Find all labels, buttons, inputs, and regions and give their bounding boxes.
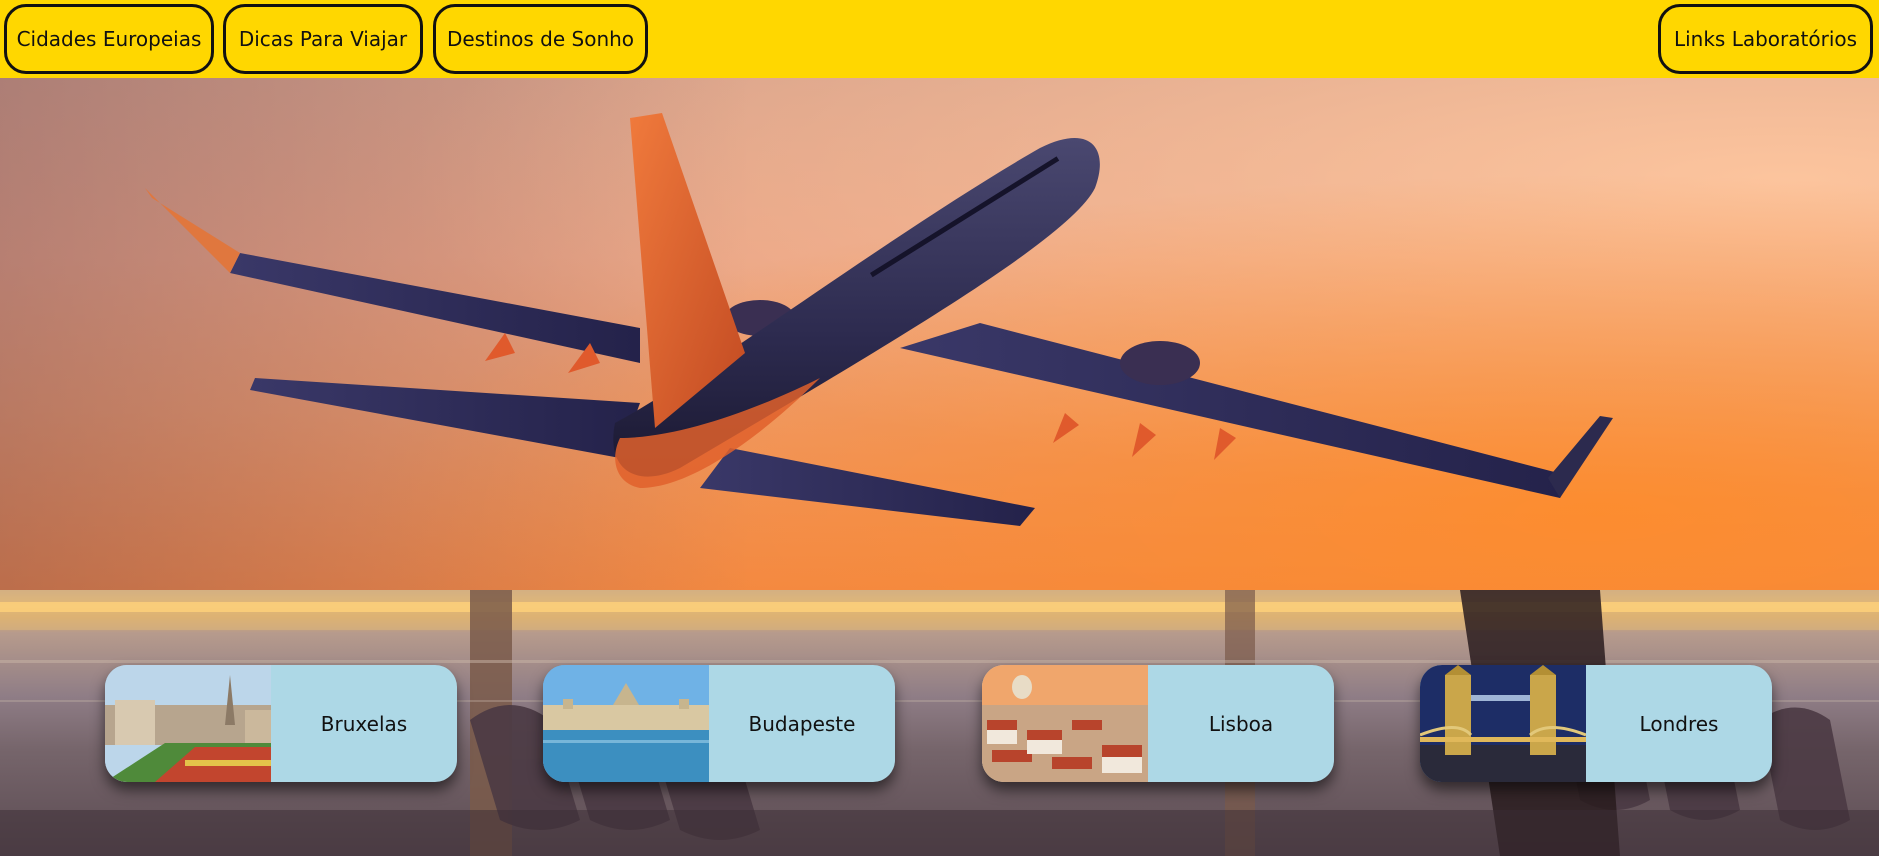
londres-image [1420,665,1586,782]
bruxelas-image [105,665,271,782]
lisboa-image [982,665,1148,782]
nav-dicas-para-viajar-button[interactable]: Dicas Para Viajar [223,4,423,74]
city-name-label: Bruxelas [320,711,408,736]
city-name-label: Budapeste [748,711,856,736]
hero-banner [0,78,1879,590]
top-navbar: Cidades Europeias Dicas Para Viajar Dest… [0,0,1879,78]
city-card-bruxelas[interactable]: Bruxelas [105,665,457,782]
budapeste-image [543,665,709,782]
city-card-budapeste[interactable]: Budapeste [543,665,895,782]
city-name-label: Londres [1639,711,1719,736]
city-name-label: Lisboa [1208,711,1274,736]
nav-links-laboratorios-button[interactable]: Links Laboratórios [1658,4,1873,74]
nav-cidades-europeias-button[interactable]: Cidades Europeias [4,4,214,74]
city-card-londres[interactable]: Londres [1420,665,1772,782]
city-card-lisboa[interactable]: Lisboa [982,665,1334,782]
nav-destinos-de-sonho-button[interactable]: Destinos de Sonho [433,4,648,74]
airplane-image [145,113,1613,526]
